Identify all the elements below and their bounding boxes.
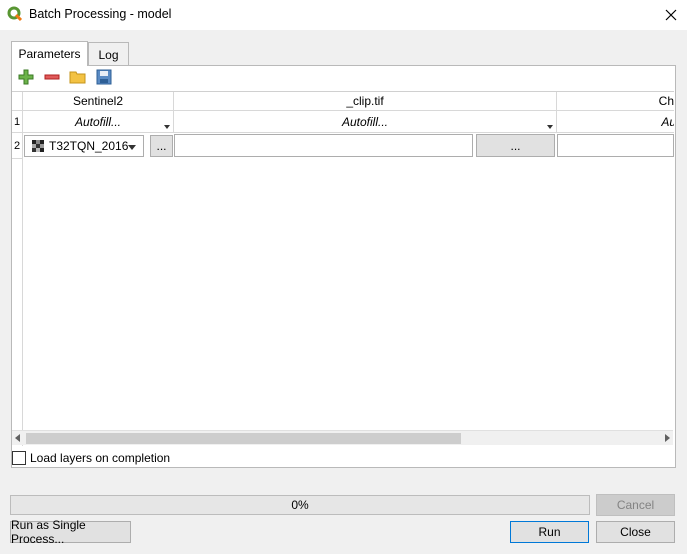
tab-log[interactable]: Log (88, 42, 129, 66)
row-header-gutter (12, 159, 23, 446)
chevron-down-icon (128, 145, 136, 150)
browse-output-button[interactable]: ... (476, 134, 555, 157)
title-bar: Batch Processing - model (0, 0, 687, 30)
browse-label: ... (510, 138, 521, 153)
tab-parameters-label: Parameters (18, 47, 81, 61)
scroll-left-icon[interactable] (15, 434, 20, 442)
save-icon[interactable] (95, 68, 113, 86)
column-header-ch[interactable]: Ch (557, 92, 674, 111)
chevron-down-icon (547, 125, 553, 129)
chevron-down-icon (164, 125, 170, 129)
load-layers-checkbox[interactable] (12, 451, 26, 465)
autofill-clip[interactable]: Autofill... (174, 111, 557, 133)
close-button[interactable]: Close (596, 521, 675, 543)
remove-row-icon[interactable] (43, 68, 61, 86)
run-label: Run (538, 525, 561, 539)
scroll-right-icon[interactable] (665, 434, 670, 442)
tab-parameters[interactable]: Parameters (11, 41, 88, 66)
layer-select[interactable]: T32TQN_2016 (24, 135, 144, 157)
tab-log-label: Log (98, 47, 119, 62)
ch-field[interactable] (557, 134, 674, 157)
close-label: Close (620, 525, 651, 539)
close-icon[interactable] (660, 4, 682, 26)
scrollbar-thumb[interactable] (26, 433, 461, 444)
qgis-logo-icon (7, 6, 23, 22)
add-row-icon[interactable] (17, 68, 35, 86)
progress-bar: 0% (10, 495, 590, 515)
cancel-button[interactable]: Cancel (596, 494, 675, 516)
layer-select-value: T32TQN_2016 (49, 139, 129, 153)
row-header-2[interactable]: 2 (12, 133, 23, 159)
column-header-label: Ch (658, 94, 674, 108)
table-corner (12, 92, 23, 111)
run-single-process-button[interactable]: Run as Single Process... (10, 518, 131, 546)
column-header-label: Sentinel2 (72, 94, 124, 108)
horizontal-scrollbar[interactable] (12, 430, 673, 445)
browse-label: ... (156, 139, 167, 153)
autofill-label: Au (661, 114, 674, 129)
column-header-sentinel2[interactable]: Sentinel2 (23, 92, 174, 111)
run-button[interactable]: Run (510, 521, 589, 543)
autofill-label: Autofill... (341, 114, 389, 129)
autofill-ch[interactable]: Au (557, 111, 674, 133)
column-header-clip[interactable]: _clip.tif (174, 92, 557, 111)
autofill-label: Autofill... (74, 114, 122, 129)
progress-text: 0% (291, 498, 309, 512)
cancel-label: Cancel (616, 498, 655, 512)
output-path-field[interactable] (174, 134, 473, 157)
run-single-label: Run as Single Process... (11, 518, 86, 546)
row-number: 1 (13, 115, 21, 128)
raster-layer-icon (32, 140, 44, 152)
row-number: 2 (13, 139, 21, 152)
autofill-sentinel2[interactable]: Autofill... (23, 111, 174, 133)
browse-layer-button[interactable]: ... (150, 135, 173, 157)
load-layers-label: Load layers on completion (30, 451, 171, 465)
window-title: Batch Processing - model (29, 7, 172, 21)
column-header-label: _clip.tif (346, 94, 384, 108)
open-folder-icon[interactable] (69, 68, 87, 86)
row-header-1[interactable]: 1 (12, 111, 23, 133)
